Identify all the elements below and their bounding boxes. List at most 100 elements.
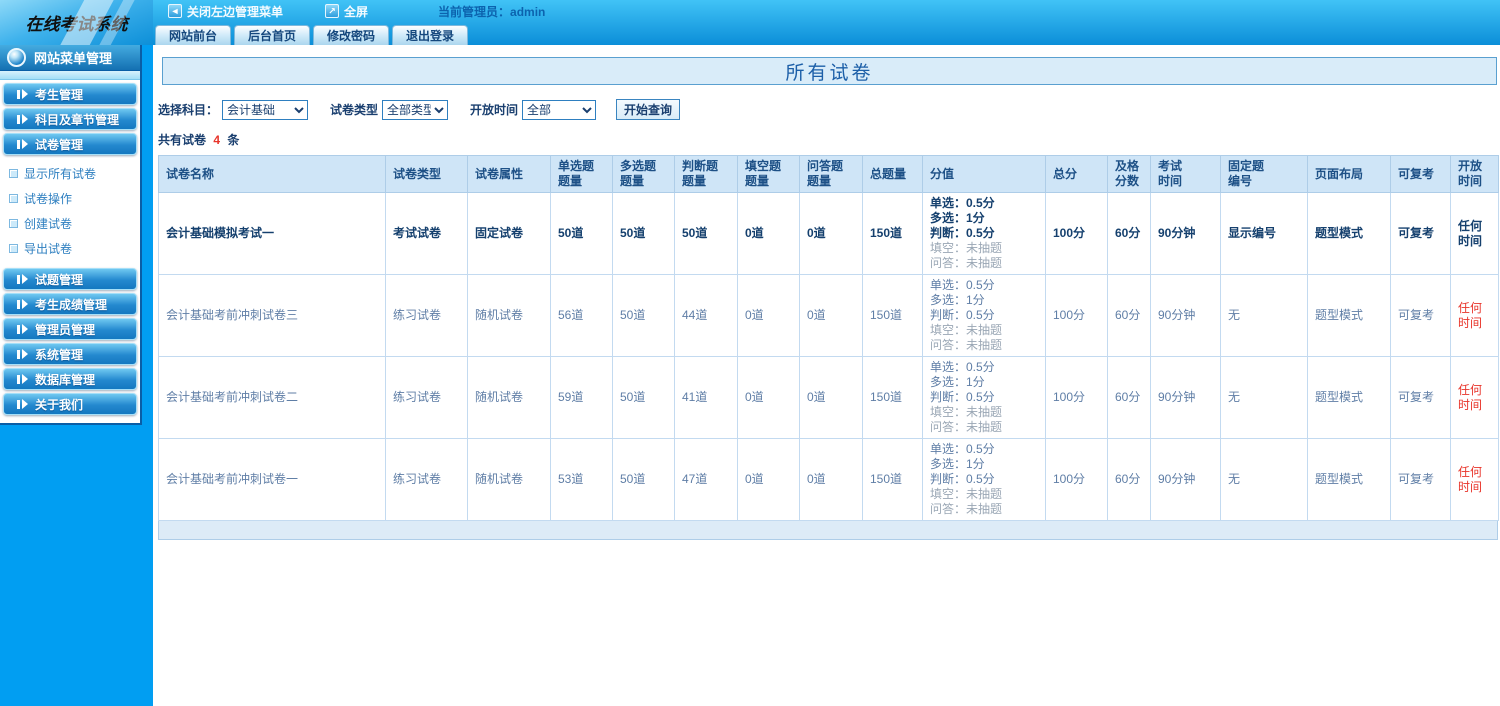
- sidebar-group-1[interactable]: 科目及章节管理: [3, 108, 137, 130]
- table-row-3: 会计基础考前冲刺试卷一 练习试卷 随机试卷 53道 50道 47道 0道 0道 150道 单选：0…: [158, 438, 1499, 521]
- column-header-12: 考试 时间: [1150, 155, 1221, 193]
- sidebar-group-0[interactable]: 考生管理: [3, 83, 137, 105]
- sidebar-group-8[interactable]: 关于我们: [3, 393, 137, 415]
- cell-pass-score: 60分: [1107, 438, 1151, 521]
- cell-pass-score: 60分: [1107, 274, 1151, 357]
- play-icon-triangle: [22, 399, 28, 409]
- nav-tabs: 网站前台 后台首页 修改密码 退出登录: [153, 22, 1500, 45]
- cell-multi: 50道: [612, 274, 675, 357]
- nav-tab-1[interactable]: 后台首页: [234, 25, 311, 45]
- main-column: ◄ 关闭左边管理菜单 ↗ 全屏 当前管理员：admin 网站前台 后台首页 修改密码…: [153, 0, 1500, 706]
- nav-tab-3[interactable]: 退出登录: [392, 25, 469, 45]
- cell-total-score: 100分: [1045, 438, 1108, 521]
- score-line: 填空：未抽题: [930, 241, 1003, 255]
- sidebar-subitem-2-3[interactable]: 导出试卷: [0, 236, 140, 261]
- cell-layout: 题型模式: [1307, 438, 1391, 521]
- play-icon: [17, 139, 28, 149]
- cell-type: 考试试卷: [385, 192, 468, 275]
- sidebar-group-label: 系统管理: [35, 347, 84, 362]
- play-icon-triangle: [22, 299, 28, 309]
- window-square-icon: [9, 244, 18, 253]
- topbar: ◄ 关闭左边管理菜单 ↗ 全屏 当前管理员：admin: [153, 0, 1500, 22]
- sidebar-group-7[interactable]: 数据库管理: [3, 368, 137, 390]
- play-icon-triangle: [22, 89, 28, 99]
- cell-total: 150道: [862, 274, 923, 357]
- table-row-2: 会计基础考前冲刺试卷二 练习试卷 随机试卷 59道 50道 41道 0道 0道 150道 单选：0…: [158, 356, 1499, 439]
- cell-open-time: 任何时间: [1450, 438, 1499, 521]
- column-header-10: 总分: [1045, 155, 1108, 193]
- cell-blank: 0道: [737, 356, 800, 439]
- play-icon-bar: [17, 399, 20, 409]
- cell-score: 单选：0.5分 多选：1分 判断：0.5分 填空：未抽题 问答：未抽题: [922, 438, 1046, 521]
- cell-attribute: 随机试卷: [467, 274, 551, 357]
- cell-total: 150道: [862, 438, 923, 521]
- cell-single: 59道: [550, 356, 613, 439]
- window-square-icon: [9, 194, 18, 203]
- column-header-15: 可复考: [1390, 155, 1451, 193]
- column-header-13: 固定题 编号: [1220, 155, 1308, 193]
- play-icon-bar: [17, 114, 20, 124]
- play-icon-triangle: [22, 139, 28, 149]
- app-logo: 在线考试系统: [0, 0, 153, 45]
- cell-total-score: 100分: [1045, 274, 1108, 357]
- sphere-icon: [7, 48, 26, 67]
- cell-attribute: 随机试卷: [467, 356, 551, 439]
- window-square-icon: [9, 219, 18, 228]
- table-row-1: 会计基础考前冲刺试卷三 练习试卷 随机试卷 56道 50道 44道 0道 0道 150道 单选：0…: [158, 274, 1499, 357]
- play-icon: [17, 374, 28, 384]
- cell-name: 会计基础考前冲刺试卷三: [158, 274, 386, 357]
- score-line: 问答：未抽题: [930, 256, 1003, 270]
- cell-score: 单选：0.5分 多选：1分 判断：0.5分 填空：未抽题 问答：未抽题: [922, 274, 1046, 357]
- play-icon: [17, 399, 28, 409]
- column-header-8: 总题量: [862, 155, 923, 193]
- fullscreen-icon: ↗: [325, 4, 340, 18]
- cell-multi: 50道: [612, 192, 675, 275]
- column-header-6: 填空题 题量: [737, 155, 800, 193]
- fullscreen-label: 全屏: [344, 4, 369, 19]
- back-arrow-icon: ◄: [168, 4, 182, 18]
- cell-retake: 可复考: [1390, 274, 1451, 357]
- cell-attribute: 固定试卷: [467, 192, 551, 275]
- score-line: 判断：0.5分: [930, 226, 995, 240]
- sidebar-group-2[interactable]: 试卷管理: [3, 133, 137, 155]
- score-line: 填空：未抽题: [930, 323, 1003, 337]
- sidebar-group-3[interactable]: 试题管理: [3, 268, 137, 290]
- sidebar-submenu: 显示所有试卷 试卷操作 创建试卷 导出试卷: [0, 158, 140, 265]
- column-header-3: 单选题 题量: [550, 155, 613, 193]
- cell-open-time: 任何时间: [1450, 274, 1499, 357]
- sidebar-group-4[interactable]: 考生成绩管理: [3, 293, 137, 315]
- play-icon-bar: [17, 89, 20, 99]
- sidebar-group-5[interactable]: 管理员管理: [3, 318, 137, 340]
- cell-type: 练习试卷: [385, 274, 468, 357]
- score-line: 多选：1分: [930, 375, 985, 389]
- play-icon-triangle: [22, 349, 28, 359]
- subject-select[interactable]: 会计基础: [222, 99, 309, 120]
- paper-type-select[interactable]: 全部类型: [382, 99, 449, 120]
- start-query-button[interactable]: 开始查询: [616, 99, 681, 120]
- open-time-select[interactable]: 全部: [522, 99, 597, 120]
- sidebar-menu: 考生管理科目及章节管理 试卷管理显示所有试卷 试卷操作 创建试卷 导出试卷试题管理考生成…: [0, 83, 140, 415]
- page-title: 所有试卷: [162, 57, 1497, 85]
- score-line: 单选：0.5分: [930, 196, 995, 210]
- column-header-11: 及格 分数: [1107, 155, 1151, 193]
- cell-layout: 题型模式: [1307, 356, 1391, 439]
- cell-type: 练习试卷: [385, 356, 468, 439]
- cell-name: 会计基础模拟考试一: [158, 192, 386, 275]
- sidebar-separator: [0, 71, 140, 80]
- cell-duration: 90分钟: [1150, 192, 1221, 275]
- close-left-menu-button[interactable]: ◄ 关闭左边管理菜单: [168, 3, 283, 20]
- sidebar-subitem-2-0[interactable]: 显示所有试卷: [0, 161, 140, 186]
- nav-tab-2[interactable]: 修改密码: [313, 25, 390, 45]
- cell-fixed-number: 显示编号: [1220, 192, 1308, 275]
- fullscreen-button[interactable]: ↗ 全屏: [325, 3, 368, 20]
- cell-score: 单选：0.5分 多选：1分 判断：0.5分 填空：未抽题 问答：未抽题: [922, 356, 1046, 439]
- cell-multi: 50道: [612, 356, 675, 439]
- sidebar-group-6[interactable]: 系统管理: [3, 343, 137, 365]
- nav-tab-0[interactable]: 网站前台: [155, 25, 232, 45]
- play-icon-bar: [17, 299, 20, 309]
- sidebar-group-label: 关于我们: [35, 397, 84, 412]
- sidebar-menu-panel: 网站菜单管理 考生管理 科目及章节管理 试卷管理 显示所有试卷 试卷操作 创建试卷 导出试卷…: [0, 45, 142, 425]
- sidebar-subitem-2-1[interactable]: 试卷操作: [0, 186, 140, 211]
- play-icon: [17, 114, 28, 124]
- sidebar-subitem-2-2[interactable]: 创建试卷: [0, 211, 140, 236]
